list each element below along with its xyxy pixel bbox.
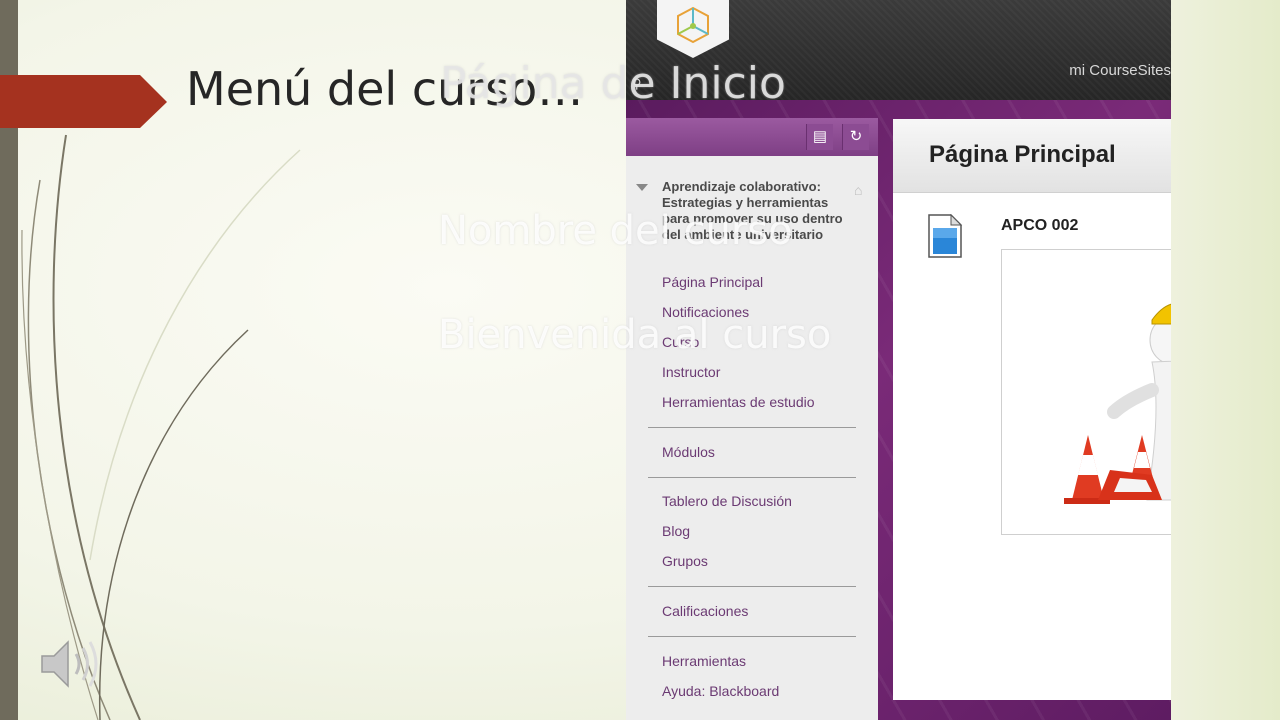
course-menu-header: ▤ ↻ [626,118,878,156]
home-icon[interactable]: ⌂ [854,182,862,198]
content-header: Página Principal [893,119,1171,193]
menu-divider [648,636,856,637]
menu-item-instructor[interactable]: Instructor [662,364,720,380]
content-area: Página Principal APCO 002 [893,119,1171,700]
document-icon [928,214,963,258]
speaker-icon[interactable] [38,636,102,692]
menu-item-herramientas[interactable]: Herramientas [662,653,746,669]
refresh-icon[interactable]: ↻ [842,124,869,150]
my-coursesites-link[interactable]: mi CourseSites [1069,62,1171,79]
page-title: Página Principal [929,141,1116,168]
ghost-label-pagina-inicio: Página de Inicio [440,58,786,109]
menu-item-blog[interactable]: Blog [662,523,690,539]
menu-divider [648,427,856,428]
folder-icon[interactable]: ▤ [806,124,833,150]
ghost-label-bienvenida: Bienvenida al curso [438,312,832,358]
menu-divider [648,586,856,587]
title-arrow [0,75,167,128]
item-title[interactable]: APCO 002 [1001,217,1078,235]
menu-item-herramientas-estudio[interactable]: Herramientas de estudio [662,394,815,410]
menu-divider [648,477,856,478]
menu-item-tablero-discusion[interactable]: Tablero de Discusión [662,493,792,509]
ghost-label-nombre-curso: Nombre del curso [438,208,793,254]
menu-item-calificaciones[interactable]: Calificaciones [662,603,748,619]
construction-figure-image [1064,303,1171,504]
coursesites-logo-icon [677,6,709,44]
menu-item-modulos[interactable]: Módulos [662,444,715,460]
collapse-triangle-icon[interactable] [636,184,648,191]
right-panel [1171,0,1280,720]
under-construction-image [1001,249,1171,535]
menu-item-ayuda-blackboard[interactable]: Ayuda: Blackboard [662,683,779,699]
menu-item-pagina-principal[interactable]: Página Principal [662,274,763,290]
menu-item-grupos[interactable]: Grupos [662,553,708,569]
